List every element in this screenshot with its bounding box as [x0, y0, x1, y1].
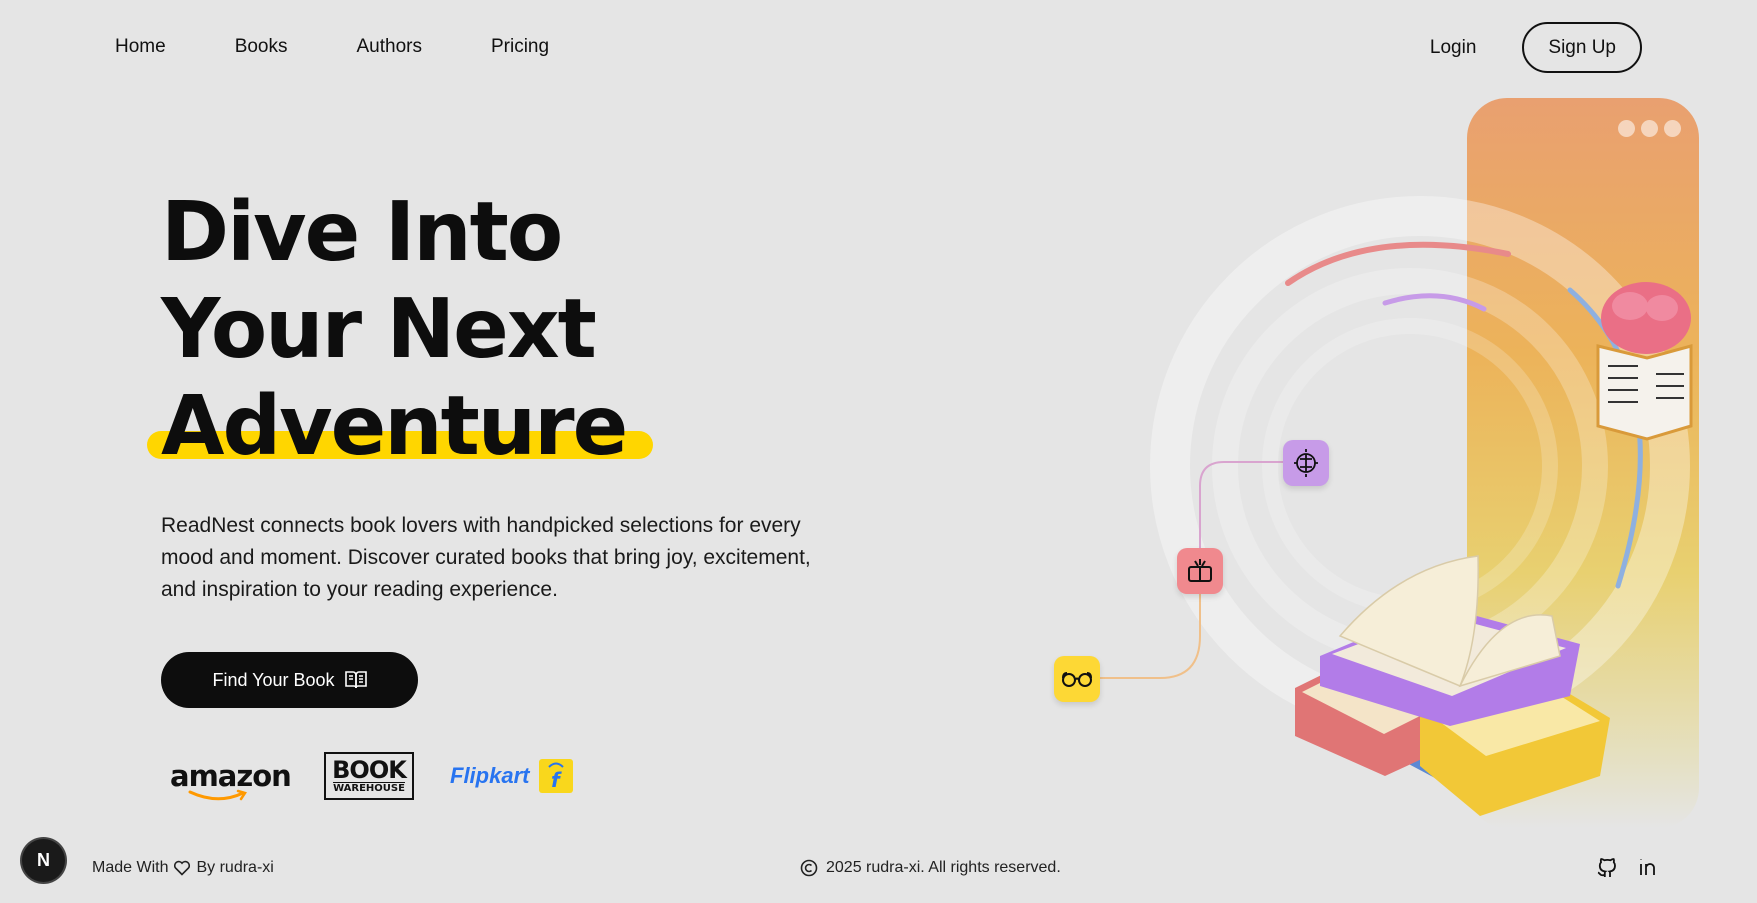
partner-logos: amazon BOOK WAREHOUSE Flipkart f [170, 752, 574, 801]
hero-illustration [1040, 96, 1757, 856]
nav-link-home[interactable]: Home [115, 36, 166, 58]
author-credit: By rudra-xi [196, 859, 274, 876]
hero-description: ReadNest connects book lovers with handp… [161, 514, 811, 601]
auth-actions: Login Sign Up [1430, 22, 1642, 73]
signup-button[interactable]: Sign Up [1522, 22, 1642, 73]
tv-book-icon [1188, 559, 1212, 582]
flipkart-logo: Flipkart f [450, 759, 574, 793]
flipkart-wordmark: Flipkart [450, 763, 530, 788]
hero-title-line-1: Dive Into [161, 185, 563, 280]
nav-link-books[interactable]: Books [235, 36, 288, 58]
login-link[interactable]: Login [1430, 37, 1477, 59]
hero-title-line-2: Your Next [161, 282, 597, 377]
open-book-icon [344, 671, 367, 689]
tv-book-node[interactable] [1177, 548, 1223, 594]
hero-title-line-3: Adventure [161, 379, 628, 474]
book-warehouse-logo: BOOK WAREHOUSE [324, 752, 414, 800]
flipkart-bag-icon: f [539, 759, 574, 793]
svg-text:f: f [551, 768, 562, 792]
linkedin-icon[interactable] [1638, 856, 1660, 878]
brain-node[interactable] [1283, 440, 1329, 486]
brain-book-graphic [1596, 282, 1693, 441]
nav-link-pricing[interactable]: Pricing [491, 36, 549, 58]
nav-links: Home Books Authors Pricing [115, 36, 618, 58]
glasses-icon [1062, 672, 1092, 687]
find-your-book-button[interactable]: Find Your Book [161, 652, 418, 708]
book-warehouse-top: BOOK [332, 756, 407, 784]
orbit-graphic [1100, 196, 1693, 816]
amazon-wordmark: amazon [170, 759, 292, 793]
amazon-smile-icon [188, 789, 247, 801]
made-with-credit: Made With By rudra-xi [92, 859, 274, 877]
amazon-logo: amazon [170, 759, 292, 801]
made-with-label: Made With [92, 859, 169, 876]
nav-link-authors[interactable]: Authors [357, 36, 422, 58]
github-icon[interactable] [1596, 856, 1618, 878]
cta-label: Find Your Book [212, 669, 335, 690]
copyright-text: 2025 rudra-xi. All rights reserved. [826, 859, 1061, 876]
copyright-icon [800, 859, 818, 877]
book-warehouse-bottom: WAREHOUSE [333, 782, 405, 794]
hero-title: Dive Into Your Next Adventure [161, 184, 628, 475]
top-navigation: Home Books Authors Pricing Login Sign Up [0, 0, 1757, 96]
brain-icon [1294, 449, 1318, 477]
heart-icon [174, 860, 191, 876]
copyright: 2025 rudra-xi. All rights reserved. [800, 859, 1061, 877]
window-dots [1618, 120, 1681, 137]
social-links [1596, 856, 1660, 878]
glasses-node[interactable] [1054, 656, 1100, 702]
next-badge[interactable]: N [22, 839, 65, 882]
